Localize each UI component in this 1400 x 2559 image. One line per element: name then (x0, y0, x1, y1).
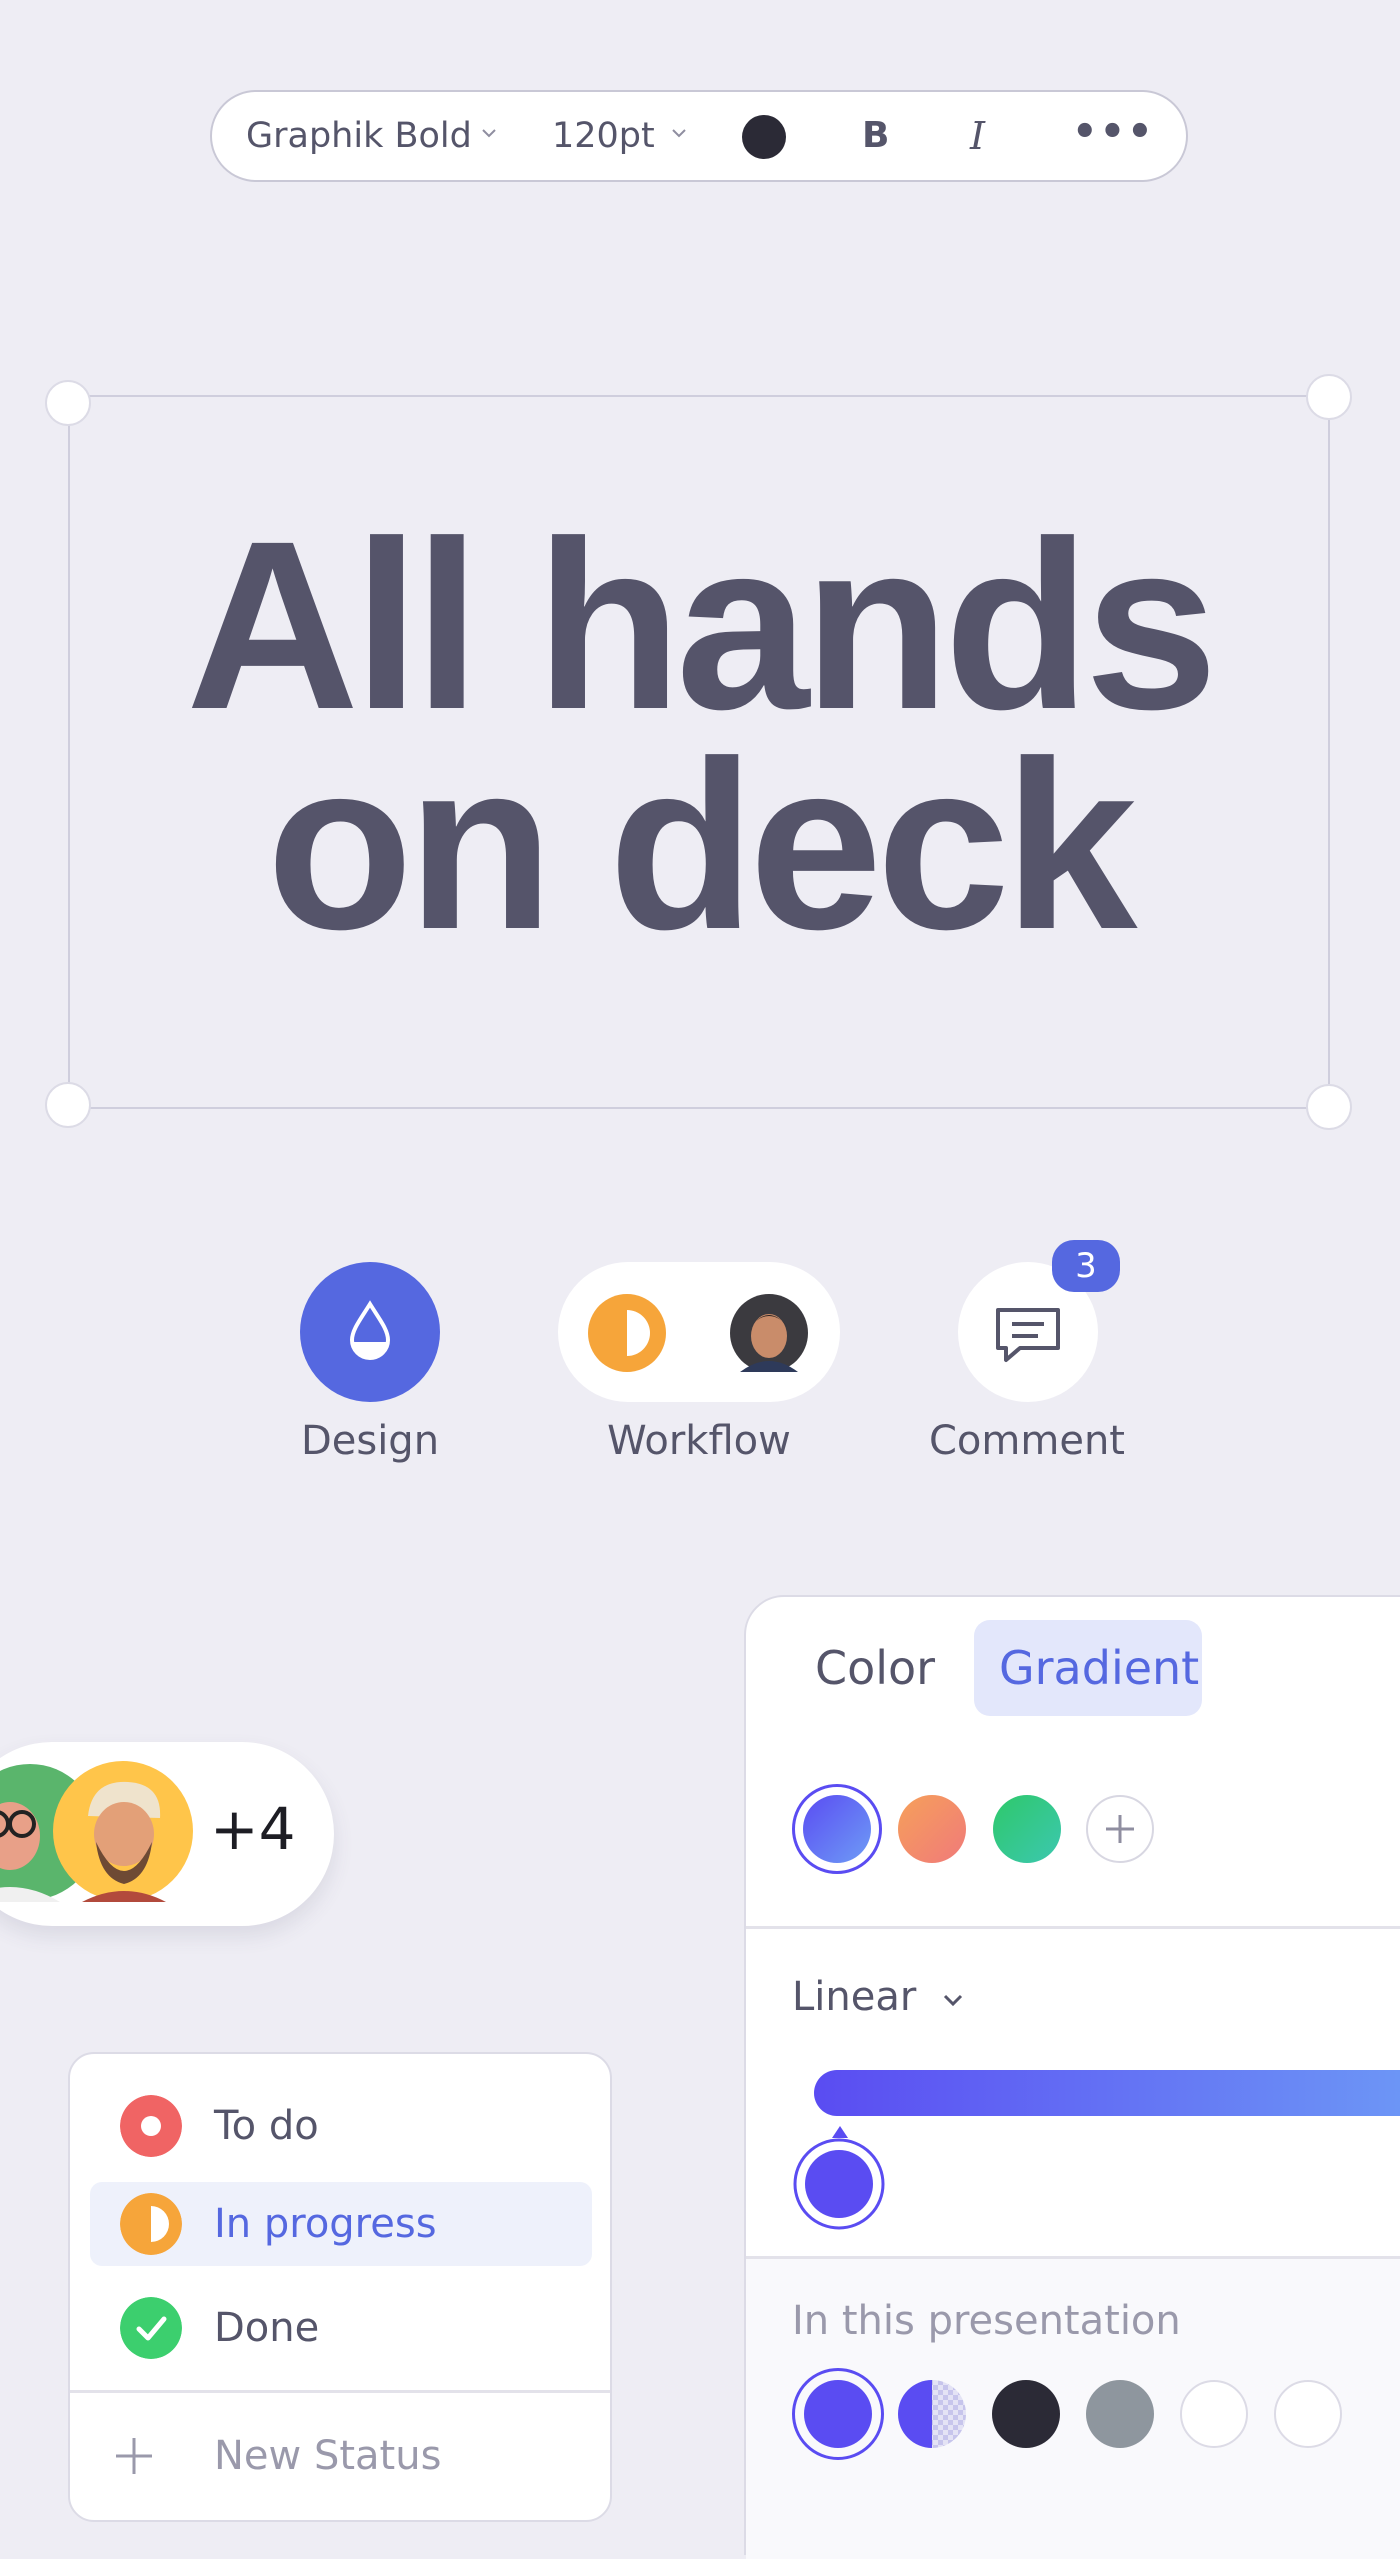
gradient-type-label: Linear (792, 1974, 917, 2020)
tab-color[interactable]: Color (815, 1620, 935, 1716)
more-collaborators-count[interactable]: +4 (210, 1795, 296, 1863)
tab-gradient[interactable]: Gradient (999, 1620, 1199, 1716)
gradient-swatch-green[interactable] (993, 1795, 1061, 1863)
bold-button[interactable]: B (862, 92, 889, 180)
check-icon (120, 2297, 182, 2359)
status-option-done[interactable]: Done (90, 2286, 592, 2370)
color-swatch-indigo[interactable] (804, 2380, 872, 2448)
workflow-label: Workflow (607, 1418, 791, 1464)
status-label: To do (214, 2103, 319, 2149)
design-button[interactable] (300, 1262, 440, 1402)
gradient-swatch-blue[interactable] (803, 1795, 871, 1863)
plus-icon (1106, 1815, 1134, 1843)
resize-handle-bottom-right[interactable] (1306, 1084, 1352, 1130)
presentation-colors-label: In this presentation (792, 2298, 1181, 2344)
gradient-swatch-orange[interactable] (898, 1795, 966, 1863)
font-size-dropdown[interactable]: 120pt (552, 92, 655, 180)
workflow-button[interactable] (558, 1262, 840, 1402)
italic-button[interactable]: I (970, 92, 985, 180)
color-swatch-indigo-transparent[interactable] (898, 2380, 966, 2448)
slide-headline[interactable]: All hands on deck (68, 491, 1330, 979)
color-swatch-white[interactable] (1274, 2380, 1342, 2448)
status-option-to-do[interactable]: To do (90, 2084, 592, 2168)
record-icon (120, 2095, 182, 2157)
half-circle-icon (120, 2193, 182, 2255)
gradient-preview-bar[interactable] (814, 2070, 1400, 2116)
chevron-down-icon (672, 129, 686, 138)
resize-handle-top-left[interactable] (45, 380, 91, 426)
half-circle-icon (588, 1294, 666, 1372)
font-family-dropdown[interactable]: Graphik Bold (246, 92, 472, 180)
headline-line-1: All hands (185, 491, 1218, 759)
status-label: Done (214, 2305, 320, 2351)
resize-handle-top-right[interactable] (1306, 374, 1352, 420)
design-label: Design (300, 1418, 440, 1464)
comment-count-badge: 3 (1052, 1240, 1120, 1292)
status-option-in-progress[interactable]: In progress (90, 2182, 592, 2266)
status-label: In progress (214, 2201, 437, 2247)
divider (746, 1926, 1400, 1929)
divider (70, 2390, 610, 2393)
chevron-down-icon (482, 129, 496, 138)
more-options-button[interactable]: ••• (1072, 92, 1155, 172)
gradient-stop-handle[interactable] (792, 2126, 888, 2230)
plus-icon (116, 2438, 152, 2474)
user-avatar (730, 1294, 808, 1372)
new-status-button[interactable]: New Status (90, 2414, 592, 2498)
comment-label: Comment (929, 1418, 1125, 1464)
color-swatch-white[interactable] (1180, 2380, 1248, 2448)
text-format-toolbar: Graphik Bold 120pt B I ••• (210, 90, 1188, 182)
droplet-icon (349, 1300, 391, 1360)
gradient-type-dropdown[interactable]: Linear (792, 1974, 916, 2020)
resize-handle-bottom-left[interactable] (45, 1082, 91, 1128)
headline-line-2: on deck (266, 711, 1138, 979)
new-status-label: New Status (214, 2433, 442, 2479)
add-swatch-button[interactable] (1086, 1795, 1154, 1863)
color-swatch-gray[interactable] (1086, 2380, 1154, 2448)
color-swatch-black[interactable] (992, 2380, 1060, 2448)
user-avatar (53, 1761, 193, 1902)
chevron-down-icon (943, 1994, 963, 2007)
text-color-button[interactable] (742, 115, 786, 159)
status-menu: To do In progress Done New Status (68, 2052, 612, 2522)
